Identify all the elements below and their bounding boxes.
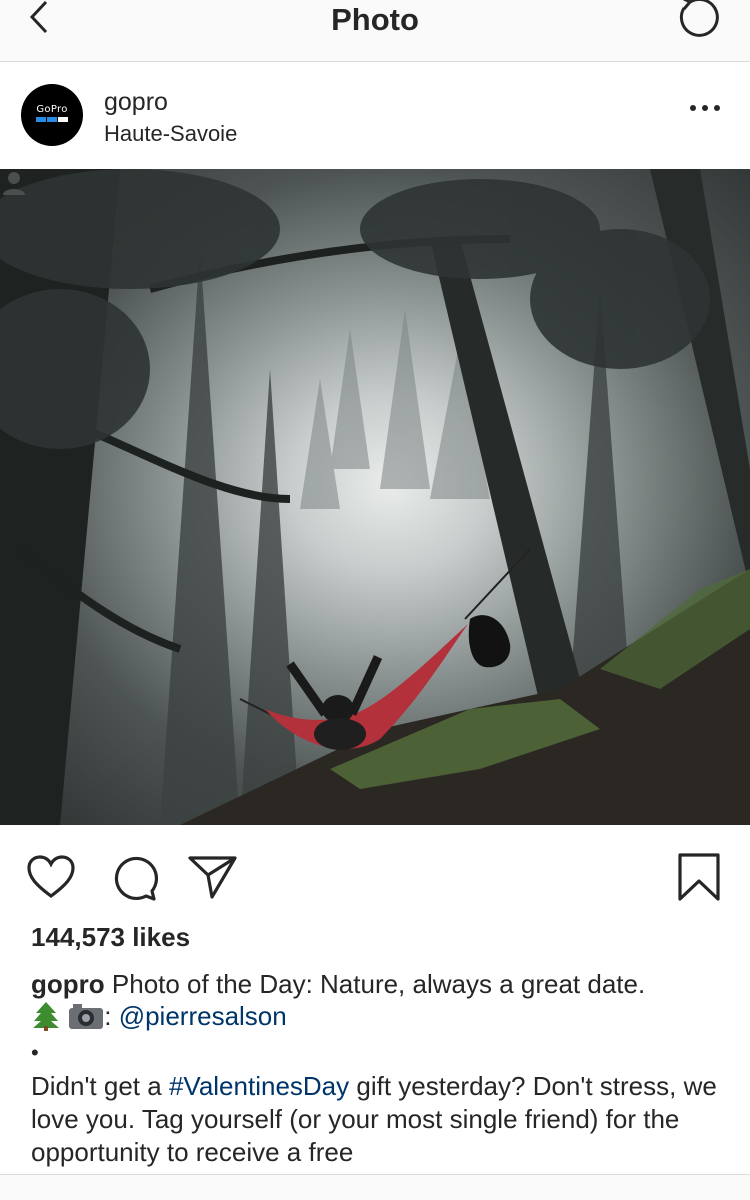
evergreen-tree-icon: [33, 1002, 59, 1031]
caption-text: Photo of the Day: Nature, always a great…: [111, 969, 646, 999]
forest-hammock-image: [0, 169, 750, 825]
caption-username[interactable]: gopro: [31, 969, 105, 999]
post-caption: gopro Photo of the Day: Nature, always a…: [31, 968, 731, 1032]
post-actions-bar: [0, 825, 750, 920]
post-username[interactable]: gopro: [104, 88, 168, 117]
heart-icon[interactable]: [26, 853, 76, 903]
post-location[interactable]: Haute-Savoie: [104, 121, 237, 147]
hashtag-link[interactable]: #ValentinesDay: [169, 1071, 349, 1101]
bookmark-icon[interactable]: [676, 853, 726, 903]
avatar-logo-text: GoPro: [36, 104, 68, 115]
logo-bar-blue-2: [47, 117, 57, 122]
bottom-tab-bar: [0, 1174, 750, 1200]
logo-bar-blue: [36, 117, 46, 122]
caption-body-part-1: Didn't get a: [31, 1071, 162, 1101]
send-icon[interactable]: [188, 853, 238, 903]
logo-bar-white: [58, 117, 68, 122]
user-tag-icon[interactable]: [0, 169, 28, 197]
post-header: GoPro gopro Haute-Savoie: [0, 62, 750, 169]
camera-icon: [69, 1004, 104, 1029]
caption-bullet: •: [31, 1040, 39, 1065]
refresh-icon[interactable]: [672, 0, 722, 42]
comment-icon[interactable]: [108, 853, 158, 903]
post-photo[interactable]: [0, 169, 750, 825]
likes-count[interactable]: 144,573 likes: [31, 922, 190, 953]
top-navigation-bar: Photo: [0, 0, 750, 62]
mention-link[interactable]: @pierresalson: [119, 1001, 287, 1031]
credit-separator: :: [104, 1001, 112, 1031]
caption-body: Didn't get a #ValentinesDay gift yesterd…: [31, 1070, 731, 1169]
more-dots-icon[interactable]: [688, 98, 722, 118]
page-title: Photo: [331, 2, 419, 37]
avatar[interactable]: GoPro: [21, 84, 83, 146]
